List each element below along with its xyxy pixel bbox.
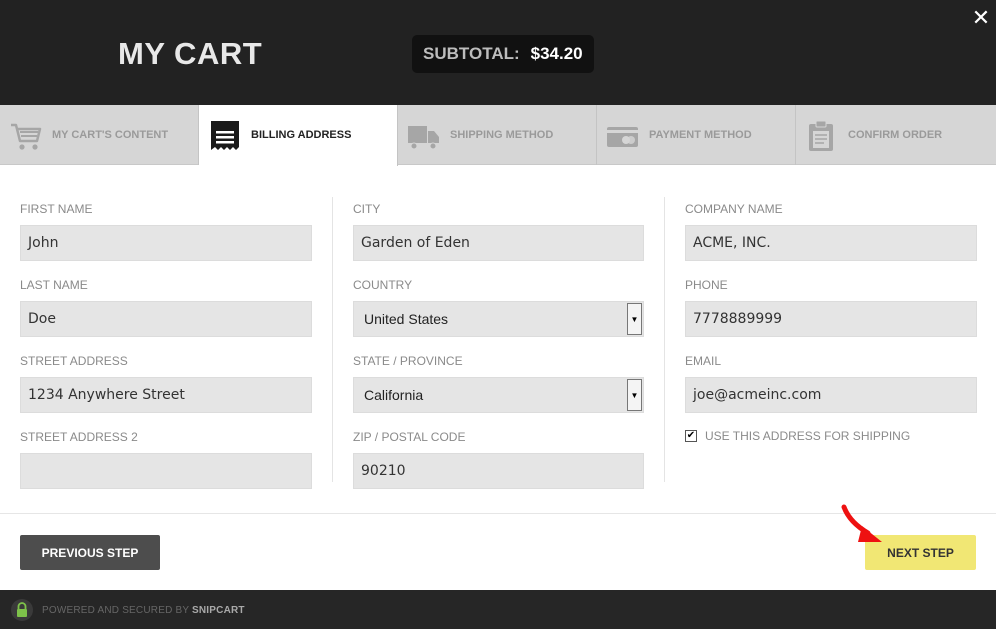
- tab-billing-address[interactable]: BILLING ADDRESS: [199, 105, 398, 166]
- column-divider: [664, 197, 665, 482]
- tab-confirm-order[interactable]: CONFIRM ORDER: [796, 105, 996, 165]
- tab-shipping-method[interactable]: SHIPPING METHOD: [398, 105, 597, 165]
- city-label: CITY: [353, 202, 381, 216]
- cart-header: MY CART SUBTOTAL: $34.20 ✕: [0, 0, 996, 105]
- phone-label: PHONE: [685, 278, 728, 292]
- column-divider: [332, 197, 333, 482]
- email-label: EMAIL: [685, 354, 722, 368]
- tab-cart-content[interactable]: MY CART'S CONTENT: [0, 105, 199, 165]
- use-for-shipping-label[interactable]: USE THIS ADDRESS FOR SHIPPING: [705, 429, 910, 443]
- close-icon[interactable]: ✕: [970, 8, 992, 30]
- red-arrow-annotation-icon: [841, 504, 882, 542]
- brand-link[interactable]: SNIPCART: [192, 605, 245, 616]
- last-name-input[interactable]: Doe: [20, 301, 312, 337]
- chevron-down-icon[interactable]: ▼: [627, 379, 642, 411]
- street-address-2-input[interactable]: [20, 453, 312, 489]
- company-input[interactable]: ACME, INC.: [685, 225, 977, 261]
- cart-icon: [11, 123, 42, 150]
- last-name-label: LAST NAME: [20, 278, 88, 292]
- city-input[interactable]: Garden of Eden: [353, 225, 644, 261]
- powered-by-text: POWERED AND SECURED BY SNIPCART: [42, 605, 245, 616]
- zip-input[interactable]: 90210: [353, 453, 644, 489]
- tab-label: MY CART'S CONTENT: [52, 129, 169, 141]
- first-name-input[interactable]: John: [20, 225, 312, 261]
- tab-payment-method[interactable]: PAYMENT METHOD: [597, 105, 796, 165]
- receipt-icon: [211, 121, 239, 150]
- tab-label: CONFIRM ORDER: [848, 129, 943, 141]
- lock-icon: [11, 599, 33, 621]
- zip-label: ZIP / POSTAL CODE: [353, 430, 466, 444]
- first-name-label: FIRST NAME: [20, 202, 93, 216]
- form-column-location: CITY Garden of Eden COUNTRY United State…: [353, 198, 645, 505]
- phone-input[interactable]: 7778889999: [685, 301, 977, 337]
- country-value: United States: [364, 311, 449, 327]
- form-column-name: FIRST NAME John LAST NAME Doe STREET ADD…: [20, 198, 312, 505]
- previous-step-button[interactable]: PREVIOUS STEP: [20, 535, 160, 570]
- state-label: STATE / PROVINCE: [353, 354, 463, 368]
- truck-icon: [408, 126, 439, 150]
- tab-label: PAYMENT METHOD: [649, 129, 752, 141]
- subtotal-label: SUBTOTAL:: [423, 44, 520, 63]
- street-address-label: STREET ADDRESS: [20, 354, 128, 368]
- clipboard-icon: [809, 120, 833, 151]
- use-for-shipping-checkbox[interactable]: ✔: [685, 430, 697, 442]
- credit-card-icon: [607, 127, 638, 147]
- chevron-down-icon[interactable]: ▼: [627, 303, 642, 335]
- subtotal-value: $34.20: [530, 44, 583, 63]
- tab-label: SHIPPING METHOD: [450, 129, 554, 141]
- company-label: COMPANY NAME: [685, 202, 783, 216]
- form-column-contact: COMPANY NAME ACME, INC. PHONE 7778889999…: [685, 198, 977, 443]
- checkout-steps: MY CART'S CONTENT BILLING ADDRESS SHIPPI…: [0, 105, 996, 166]
- page-title: MY CART: [118, 36, 263, 71]
- tab-label: BILLING ADDRESS: [251, 129, 352, 141]
- street-address-input[interactable]: 1234 Anywhere Street: [20, 377, 312, 413]
- country-select[interactable]: United States ▼: [353, 301, 644, 337]
- use-for-shipping-row[interactable]: ✔ USE THIS ADDRESS FOR SHIPPING: [685, 429, 977, 443]
- country-label: COUNTRY: [353, 278, 413, 292]
- state-select[interactable]: California ▼: [353, 377, 644, 413]
- street-address-2-label: STREET ADDRESS 2: [20, 430, 138, 444]
- powered-label: POWERED AND SECURED BY: [42, 605, 190, 616]
- email-input[interactable]: joe@acmeinc.com: [685, 377, 977, 413]
- state-value: California: [364, 387, 424, 403]
- footer: POWERED AND SECURED BY SNIPCART: [0, 590, 996, 629]
- subtotal-badge: SUBTOTAL: $34.20: [412, 35, 594, 73]
